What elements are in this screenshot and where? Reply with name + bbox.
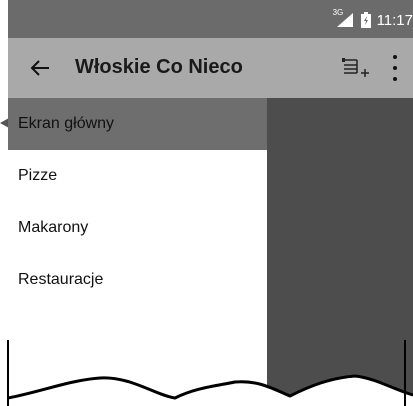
- more-vert-icon[interactable]: [388, 55, 402, 81]
- drawer-item-restaurants[interactable]: Restauracje: [8, 254, 267, 306]
- drawer-item-home[interactable]: Ekran główny: [8, 98, 267, 150]
- drawer-item-label: Ekran główny: [18, 115, 115, 132]
- arrow-back-icon[interactable]: [26, 54, 54, 82]
- battery-icon: [360, 12, 371, 28]
- clock: 11:17: [376, 11, 413, 29]
- add-to-playlist-icon[interactable]: [341, 56, 369, 80]
- network-type: 3G: [332, 8, 344, 17]
- drawer-item-pizzas[interactable]: Pizze: [8, 150, 267, 202]
- drawer-item-label: Pizze: [18, 167, 58, 184]
- status-bar: 3G 11:17: [8, 0, 413, 38]
- status-indicators: 3G 11:17: [332, 8, 413, 30]
- signal-icon: 3G: [332, 8, 355, 29]
- page-title: Włoskie Co Nieco: [75, 56, 243, 78]
- drawer-item-label: Makarony: [18, 219, 89, 236]
- app-bar: Włoskie Co Nieco: [8, 38, 413, 98]
- torn-edge: [0, 340, 413, 406]
- drawer-item-label: Restauracje: [18, 271, 104, 288]
- drawer-item-pasta[interactable]: Makarony: [8, 202, 267, 254]
